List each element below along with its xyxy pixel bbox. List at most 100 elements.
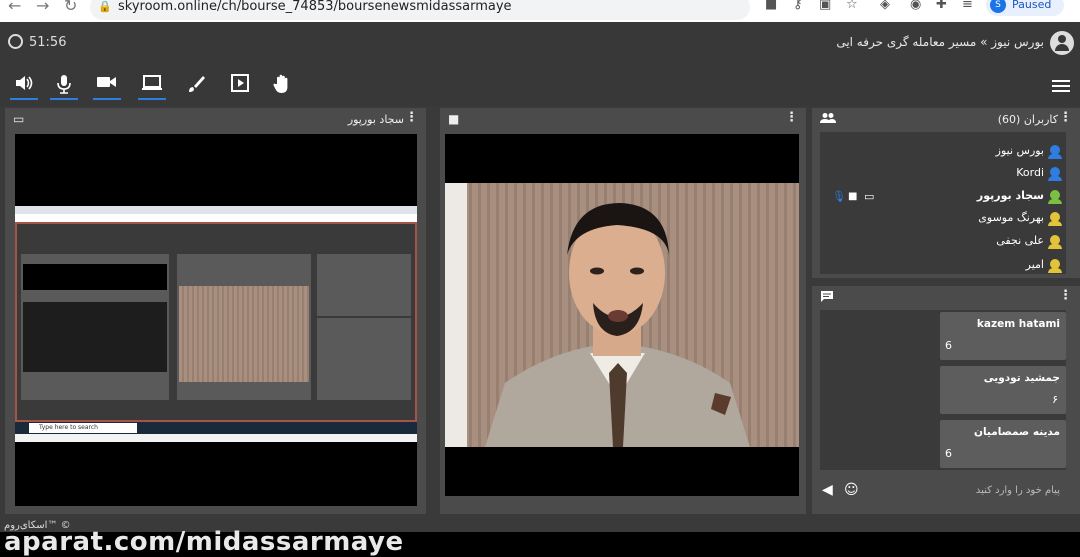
puzzle-icon[interactable]: ✚ <box>936 0 947 12</box>
list-item[interactable]: علی نجفی <box>996 234 1062 254</box>
chat-message: kazem hatami 6 <box>940 312 1066 360</box>
user-name: بورس نیوز <box>995 144 1044 157</box>
more-options-icon[interactable]: ⋮ <box>785 110 798 125</box>
shared-camera <box>179 286 309 382</box>
more-options-icon[interactable]: ⋮ <box>1059 110 1072 125</box>
more-options-icon[interactable]: ⋮ <box>1059 288 1072 303</box>
list-item[interactable]: امیر <box>1025 258 1062 274</box>
user-name: علی نجفی <box>996 234 1044 247</box>
session-timer: 51:56 <box>8 34 66 50</box>
video-camera-icon <box>97 77 116 87</box>
forward-icon[interactable]: → <box>36 0 49 15</box>
shared-users <box>317 254 411 316</box>
message-text: ۶ <box>1052 393 1058 406</box>
users-icon <box>820 112 836 127</box>
address-bar[interactable]: 🔒 skyroom.online/ch/bourse_74853/boursen… <box>90 0 750 20</box>
panel-header: ⋮ <box>812 286 1080 310</box>
panel-header: کاربران (60) ⋮ <box>812 108 1080 132</box>
star-icon[interactable]: ☆ <box>846 0 858 12</box>
user-name: بهرنگ موسوی <box>978 211 1044 224</box>
list-item[interactable]: بورس نیوز <box>995 144 1062 164</box>
message-text: 6 <box>945 447 952 460</box>
clock-icon <box>8 34 23 49</box>
users-title: کاربران (60) <box>997 113 1058 126</box>
message-author: مدینه صمصامیان <box>974 426 1060 438</box>
user-name: Kordi <box>1016 166 1044 179</box>
message-author: kazem hatami <box>976 318 1060 330</box>
camera-icon[interactable]: ■ <box>765 0 777 12</box>
media-icon[interactable]: ≡ <box>962 0 973 12</box>
brush-icon <box>189 76 205 92</box>
user-account-icon[interactable] <box>1050 31 1074 55</box>
presenter-video <box>445 183 799 447</box>
speaker-icon <box>16 76 33 90</box>
user-icon <box>1048 212 1062 226</box>
raise-hand-button[interactable] <box>268 74 296 100</box>
screenshare-panel: ▭ سجاد بورپور ⋮ Type here to search <box>5 108 426 514</box>
timer-text: 51:56 <box>29 35 67 50</box>
message-author: جمشید تودویی <box>983 372 1060 384</box>
users-list: بورس نیوز Kordi سجاد بورپور 🎙 ■ ▭ بهرنگ … <box>820 132 1066 274</box>
screenshare-button[interactable] <box>138 74 166 100</box>
key-icon[interactable]: ⚷ <box>793 0 803 12</box>
chat-icon <box>820 290 834 305</box>
microphone-icon: 🎙 <box>832 190 846 203</box>
emoji-icon[interactable]: ☺ <box>844 482 859 498</box>
microphone-button[interactable] <box>50 74 78 100</box>
chat-message: مدینه صمصامیان 6 <box>940 420 1066 468</box>
more-options-icon[interactable]: ⋮ <box>405 110 418 125</box>
users-panel: کاربران (60) ⋮ بورس نیوز Kordi سجاد بورپ… <box>812 108 1080 278</box>
shared-screen: Type here to search <box>15 206 417 442</box>
shared-addressbar <box>15 214 417 222</box>
address-text: skyroom.online/ch/bourse_74853/boursenew… <box>118 0 512 14</box>
list-item[interactable]: بهرنگ موسوی <box>978 211 1062 231</box>
list-item[interactable]: Kordi <box>1016 166 1062 186</box>
panel-header: ■ ⋮ <box>440 108 806 132</box>
hamburger-menu-icon[interactable] <box>1052 80 1070 92</box>
shared-video <box>23 264 167 290</box>
camera-panel: ■ ⋮ <box>440 108 806 514</box>
panel-header: ▭ سجاد بورپور ⋮ <box>5 108 426 132</box>
speaker-button[interactable] <box>10 74 38 100</box>
users-icon <box>820 113 836 123</box>
camera-button[interactable] <box>93 74 121 100</box>
toolbar <box>0 66 1080 106</box>
user-name: امیر <box>1025 258 1044 271</box>
video-camera-icon: ■ <box>448 112 460 126</box>
back-icon[interactable]: ← <box>8 0 21 15</box>
laptop-icon: ▭ <box>864 190 875 203</box>
chat-icon <box>821 291 833 302</box>
shared-tabbar <box>15 206 417 214</box>
user-name: سجاد بورپور <box>976 189 1044 202</box>
message-text: 6 <box>945 339 952 352</box>
shared-video <box>23 302 167 372</box>
chat-panel: ⋮ kazem hatami 6 جمشید تودویی ۶ مدینه صم… <box>812 286 1080 514</box>
user-icon <box>1048 235 1062 249</box>
extension-icon[interactable]: ◉ <box>910 0 921 12</box>
play-square-icon <box>231 74 249 92</box>
profile-button[interactable]: S Paused <box>986 0 1064 16</box>
profile-status: Paused <box>1012 0 1052 11</box>
whiteboard-button[interactable] <box>182 74 210 100</box>
shared-taskbar: Type here to search <box>15 422 417 434</box>
chat-message: جمشید تودویی ۶ <box>940 366 1066 414</box>
user-icon <box>1048 190 1062 204</box>
hand-icon <box>273 74 288 93</box>
reload-icon[interactable]: ↻ <box>64 0 77 15</box>
browser-bar: ← → ↻ 🔒 skyroom.online/ch/bourse_74853/b… <box>0 0 1080 22</box>
presenter-figure <box>485 203 750 447</box>
lock-icon: 🔒 <box>98 0 112 13</box>
media-button[interactable] <box>226 74 254 100</box>
taskbar-search: Type here to search <box>29 423 137 433</box>
translate-icon[interactable]: ▣ <box>819 0 831 12</box>
user-icon <box>1048 259 1062 273</box>
user-icon <box>1048 167 1062 181</box>
send-icon[interactable]: ◀ <box>822 482 833 498</box>
chat-messages: kazem hatami 6 جمشید تودویی ۶ مدینه صمصا… <box>820 310 1066 470</box>
page-title: بورس نیوز » مسیر معامله گری حرفه ایی <box>836 35 1044 49</box>
user-icon <box>1048 145 1062 159</box>
video-camera-icon: ■ <box>848 191 858 202</box>
shared-chat <box>317 318 411 400</box>
extension-icon[interactable]: ◈ <box>880 0 890 12</box>
list-item[interactable]: سجاد بورپور <box>976 189 1062 209</box>
